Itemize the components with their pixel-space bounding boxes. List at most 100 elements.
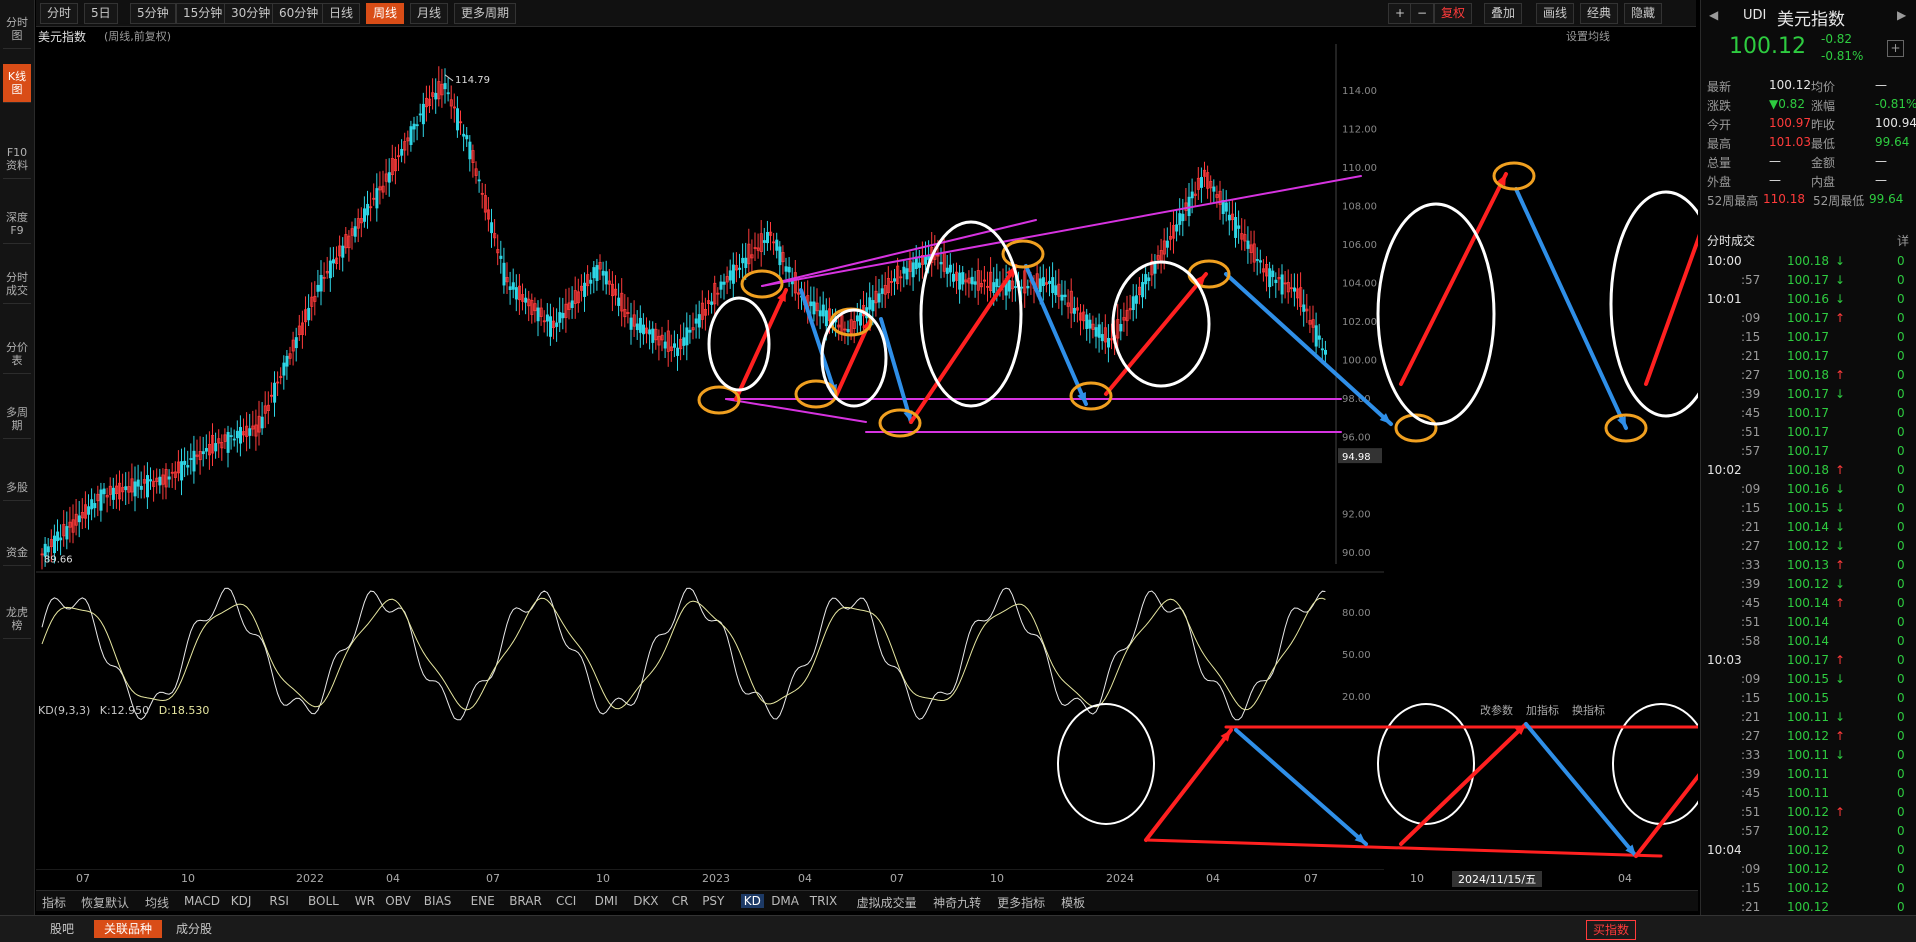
edit-param-button[interactable]: 改参数	[1480, 702, 1513, 718]
tab-price-table[interactable]: 分价表	[3, 335, 31, 374]
indicator-更多指标[interactable]: 更多指标	[997, 894, 1045, 911]
tab-depth[interactable]: 深度F9	[3, 205, 31, 244]
candle-body	[846, 329, 850, 333]
adjust-button[interactable]: 复权	[1434, 3, 1473, 24]
tick-price: 100.12	[1787, 577, 1829, 591]
period-5min[interactable]: 5分钟	[130, 3, 176, 24]
ticks-detail-button[interactable]: 详	[1897, 232, 1909, 249]
candle-body	[111, 487, 115, 500]
indicator-模板[interactable]: 模板	[1061, 894, 1085, 911]
indicator-cr[interactable]: CR	[672, 894, 689, 908]
overlay-button[interactable]: 叠加	[1484, 3, 1523, 24]
indicator-obv[interactable]: OBV	[385, 894, 411, 908]
back-icon[interactable]: ◀	[1709, 8, 1718, 22]
period-30min[interactable]: 30分钟	[224, 3, 278, 24]
quote-value: 101.03	[1769, 135, 1811, 149]
tab-trades[interactable]: 分时成交	[3, 265, 31, 304]
tick-time: 10:04	[1707, 843, 1742, 857]
tick-arrow: ↓	[1835, 710, 1846, 724]
draw-button[interactable]: 画线	[1536, 3, 1575, 24]
time-label: 07	[890, 872, 904, 885]
candle-body	[1144, 274, 1148, 285]
period-monthly[interactable]: 月线	[410, 3, 449, 24]
classic-button[interactable]: 经典	[1580, 3, 1619, 24]
tick-time: :21	[1741, 520, 1761, 534]
period-weekly[interactable]: 周线	[366, 3, 405, 24]
tick-volume: 0	[1897, 520, 1905, 534]
candle-body	[260, 416, 264, 429]
quote-label: 52周最低	[1813, 194, 1865, 208]
indicator-cci[interactable]: CCI	[556, 894, 576, 908]
add-indicator-button[interactable]: 加指标	[1526, 702, 1559, 718]
tick-price: 100.15	[1787, 691, 1829, 705]
period-15min[interactable]: 15分钟	[176, 3, 230, 24]
indicator-kd[interactable]: KD	[740, 894, 764, 908]
period-more[interactable]: 更多周期	[454, 3, 517, 24]
kline-chart[interactable]: 114.79 89.66 114.00 112.00 110.00 108.00 106.…	[36, 44, 1698, 870]
zoom-in-button[interactable]: +	[1388, 3, 1413, 24]
indicator-wr[interactable]: WR	[355, 894, 375, 908]
candle-body	[697, 314, 701, 328]
indicator-ene[interactable]: ENE	[471, 894, 495, 908]
add-watch-button[interactable]: +	[1887, 40, 1904, 57]
tab-constituents[interactable]: 成分股	[166, 920, 222, 938]
hide-button[interactable]: 隐藏	[1624, 3, 1663, 24]
period-5day[interactable]: 5日	[84, 3, 118, 24]
zoom-out-button[interactable]: −	[1410, 3, 1435, 24]
tick-time: :58	[1741, 634, 1761, 648]
candle-body	[775, 239, 779, 251]
tab-dragon-tiger[interactable]: 龙虎榜	[3, 600, 31, 639]
indicator-brar[interactable]: BRAR	[509, 894, 542, 908]
period-daily[interactable]: 日线	[322, 3, 361, 24]
candle-body	[477, 179, 481, 182]
tab-intraday[interactable]: 分时图	[3, 10, 31, 49]
tick-row: :09 100.16 ↓ 0	[1701, 480, 1915, 499]
indicator-bias[interactable]: BIAS	[424, 894, 452, 908]
tick-price: 100.17	[1787, 330, 1829, 344]
low-label: 89.66	[44, 555, 73, 566]
candle-body	[133, 481, 137, 497]
tick-row: :51 100.14 0	[1701, 613, 1915, 632]
indicator-恢复默认[interactable]: 恢复默认	[81, 894, 129, 911]
quote-label: 金额	[1811, 156, 1836, 170]
candle-body	[880, 288, 884, 294]
indicator-神奇九转[interactable]: 神奇九转	[933, 894, 981, 911]
candle-body	[409, 126, 413, 145]
indicator-dkx[interactable]: DKX	[633, 894, 658, 908]
tab-forum[interactable]: 股吧	[40, 920, 84, 938]
candle-body	[545, 314, 549, 322]
indicator-指标[interactable]: 指标	[42, 894, 66, 911]
cursor-date: 2024/11/15/五	[1452, 871, 1543, 887]
quote-label: 涨幅	[1811, 99, 1836, 113]
candle-body	[514, 287, 518, 300]
tab-funds[interactable]: 资金	[3, 540, 31, 566]
tab-related[interactable]: 关联品种	[94, 920, 163, 938]
indicator-boll[interactable]: BOLL	[308, 894, 339, 908]
quote-label: 均价	[1811, 80, 1836, 94]
kd-tick: 80.00	[1342, 608, 1371, 619]
period-intraday[interactable]: 分时	[40, 3, 79, 24]
buy-index-button[interactable]: 买指数	[1586, 920, 1637, 940]
indicator-macd[interactable]: MACD	[184, 894, 220, 908]
set-ma-button[interactable]: 设置均线	[1566, 28, 1610, 44]
indicator-trix[interactable]: TRIX	[810, 894, 837, 908]
indicator-虚拟成交量[interactable]: 虚拟成交量	[857, 894, 917, 911]
indicator-rsi[interactable]: RSI	[269, 894, 289, 908]
indicator-均线[interactable]: 均线	[145, 894, 169, 911]
price-tick: 100.00	[1342, 356, 1377, 367]
indicator-kdj[interactable]: KDJ	[231, 894, 252, 908]
indicator-dmi[interactable]: DMI	[595, 894, 618, 908]
indicator-psy[interactable]: PSY	[702, 894, 724, 908]
tab-multi-stock[interactable]: 多股	[3, 475, 31, 501]
forward-icon[interactable]: ▶	[1897, 8, 1906, 22]
tab-f10[interactable]: F10资料	[3, 140, 31, 179]
tab-kline[interactable]: K线图	[3, 64, 31, 103]
indicator-dma[interactable]: DMA	[771, 894, 799, 908]
tick-volume: 0	[1897, 425, 1905, 439]
switch-indicator-button[interactable]: 换指标	[1572, 702, 1605, 718]
tick-time: :57	[1741, 824, 1761, 838]
tab-multi-period[interactable]: 多周期	[3, 400, 31, 439]
kd-ellipse	[1377, 703, 1475, 825]
candle-body	[744, 257, 748, 269]
period-60min[interactable]: 60分钟	[272, 3, 326, 24]
